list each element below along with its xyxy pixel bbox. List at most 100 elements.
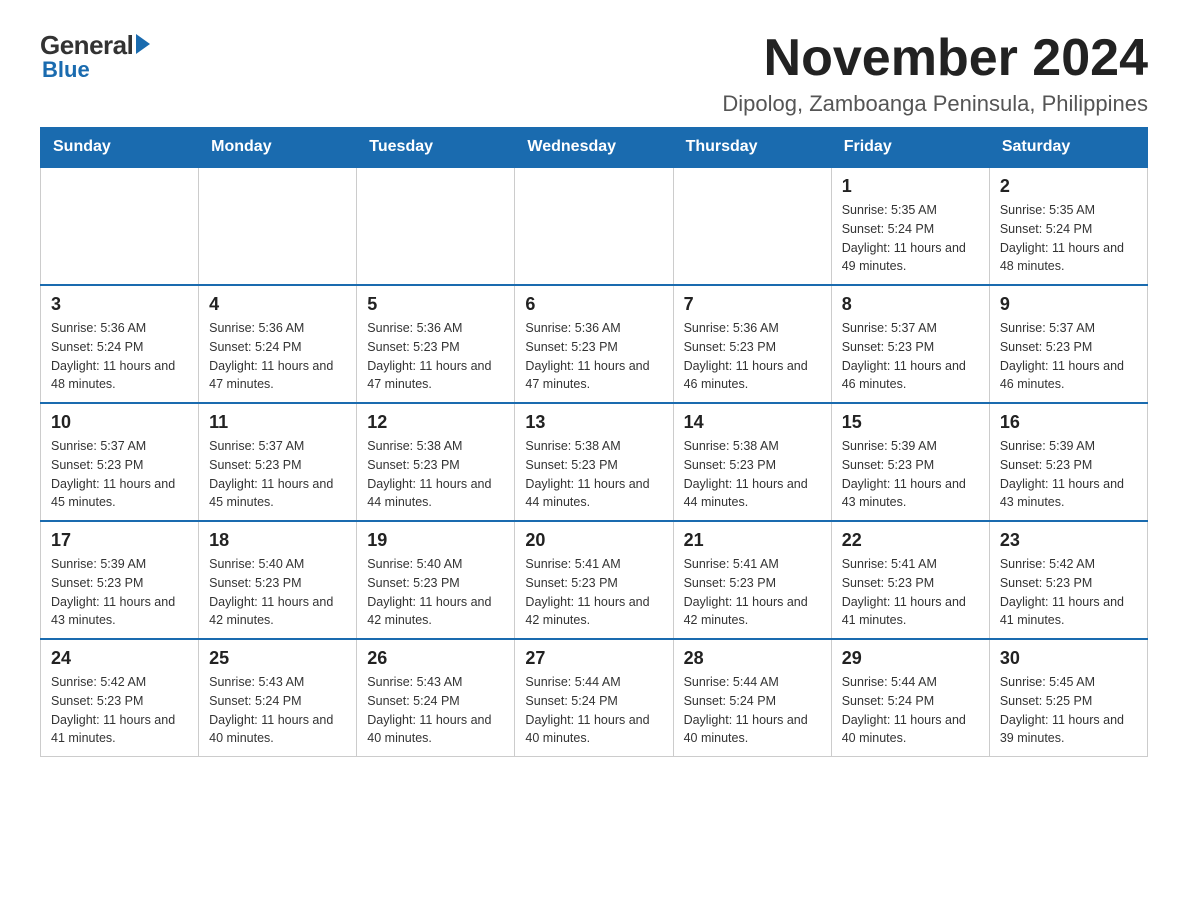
day-number: 26 bbox=[367, 648, 504, 669]
calendar-cell: 30 Sunrise: 5:45 AM Sunset: 5:25 PM Dayli… bbox=[989, 639, 1147, 757]
day-info: Sunrise: 5:36 AM Sunset: 5:23 PM Dayligh… bbox=[367, 319, 504, 394]
day-info: Sunrise: 5:42 AM Sunset: 5:23 PM Dayligh… bbox=[51, 673, 188, 748]
calendar-cell bbox=[357, 167, 515, 285]
day-number: 28 bbox=[684, 648, 821, 669]
calendar-cell: 5 Sunrise: 5:36 AM Sunset: 5:23 PM Daylig… bbox=[357, 285, 515, 403]
calendar-cell: 22 Sunrise: 5:41 AM Sunset: 5:23 PM Dayli… bbox=[831, 521, 989, 639]
day-number: 29 bbox=[842, 648, 979, 669]
day-info: Sunrise: 5:40 AM Sunset: 5:23 PM Dayligh… bbox=[209, 555, 346, 630]
day-info: Sunrise: 5:39 AM Sunset: 5:23 PM Dayligh… bbox=[842, 437, 979, 512]
day-number: 16 bbox=[1000, 412, 1137, 433]
calendar-cell bbox=[41, 167, 199, 285]
calendar-cell: 14 Sunrise: 5:38 AM Sunset: 5:23 PM Dayli… bbox=[673, 403, 831, 521]
day-number: 3 bbox=[51, 294, 188, 315]
day-info: Sunrise: 5:44 AM Sunset: 5:24 PM Dayligh… bbox=[842, 673, 979, 748]
subtitle: Dipolog, Zamboanga Peninsula, Philippine… bbox=[722, 91, 1148, 117]
day-info: Sunrise: 5:38 AM Sunset: 5:23 PM Dayligh… bbox=[525, 437, 662, 512]
day-number: 9 bbox=[1000, 294, 1137, 315]
calendar-cell bbox=[673, 167, 831, 285]
day-info: Sunrise: 5:39 AM Sunset: 5:23 PM Dayligh… bbox=[1000, 437, 1137, 512]
day-info: Sunrise: 5:44 AM Sunset: 5:24 PM Dayligh… bbox=[684, 673, 821, 748]
calendar-cell bbox=[515, 167, 673, 285]
calendar-cell: 25 Sunrise: 5:43 AM Sunset: 5:24 PM Dayli… bbox=[199, 639, 357, 757]
calendar-cell: 16 Sunrise: 5:39 AM Sunset: 5:23 PM Dayli… bbox=[989, 403, 1147, 521]
col-header-monday: Monday bbox=[199, 128, 357, 168]
logo-triangle-icon bbox=[136, 34, 150, 54]
day-number: 12 bbox=[367, 412, 504, 433]
page-title: November 2024 bbox=[722, 30, 1148, 87]
day-number: 13 bbox=[525, 412, 662, 433]
col-header-sunday: Sunday bbox=[41, 128, 199, 168]
calendar-cell: 3 Sunrise: 5:36 AM Sunset: 5:24 PM Daylig… bbox=[41, 285, 199, 403]
day-number: 1 bbox=[842, 176, 979, 197]
calendar-cell: 24 Sunrise: 5:42 AM Sunset: 5:23 PM Dayli… bbox=[41, 639, 199, 757]
day-number: 30 bbox=[1000, 648, 1137, 669]
day-number: 6 bbox=[525, 294, 662, 315]
day-number: 14 bbox=[684, 412, 821, 433]
calendar-cell: 4 Sunrise: 5:36 AM Sunset: 5:24 PM Daylig… bbox=[199, 285, 357, 403]
logo: General Blue bbox=[40, 30, 150, 83]
logo-blue-text: Blue bbox=[42, 57, 90, 83]
day-info: Sunrise: 5:37 AM Sunset: 5:23 PM Dayligh… bbox=[51, 437, 188, 512]
day-number: 24 bbox=[51, 648, 188, 669]
day-info: Sunrise: 5:38 AM Sunset: 5:23 PM Dayligh… bbox=[684, 437, 821, 512]
day-info: Sunrise: 5:41 AM Sunset: 5:23 PM Dayligh… bbox=[842, 555, 979, 630]
day-info: Sunrise: 5:35 AM Sunset: 5:24 PM Dayligh… bbox=[1000, 201, 1137, 276]
day-number: 27 bbox=[525, 648, 662, 669]
day-number: 8 bbox=[842, 294, 979, 315]
calendar-cell: 1 Sunrise: 5:35 AM Sunset: 5:24 PM Daylig… bbox=[831, 167, 989, 285]
calendar-cell: 7Sunrise: 5:36 AM Sunset: 5:23 PM Daylig… bbox=[673, 285, 831, 403]
week-row-3: 10Sunrise: 5:37 AM Sunset: 5:23 PM Dayli… bbox=[41, 403, 1148, 521]
day-info: Sunrise: 5:42 AM Sunset: 5:23 PM Dayligh… bbox=[1000, 555, 1137, 630]
col-header-wednesday: Wednesday bbox=[515, 128, 673, 168]
day-number: 5 bbox=[367, 294, 504, 315]
col-header-friday: Friday bbox=[831, 128, 989, 168]
calendar-cell: 13 Sunrise: 5:38 AM Sunset: 5:23 PM Dayli… bbox=[515, 403, 673, 521]
day-info: Sunrise: 5:39 AM Sunset: 5:23 PM Dayligh… bbox=[51, 555, 188, 630]
week-row-4: 17 Sunrise: 5:39 AM Sunset: 5:23 PM Dayli… bbox=[41, 521, 1148, 639]
day-number: 23 bbox=[1000, 530, 1137, 551]
calendar-cell: 11Sunrise: 5:37 AM Sunset: 5:23 PM Dayli… bbox=[199, 403, 357, 521]
day-info: Sunrise: 5:36 AM Sunset: 5:23 PM Dayligh… bbox=[684, 319, 821, 394]
day-info: Sunrise: 5:43 AM Sunset: 5:24 PM Dayligh… bbox=[209, 673, 346, 748]
day-info: Sunrise: 5:36 AM Sunset: 5:24 PM Dayligh… bbox=[209, 319, 346, 394]
calendar-cell: 12 Sunrise: 5:38 AM Sunset: 5:23 PM Dayli… bbox=[357, 403, 515, 521]
day-info: Sunrise: 5:43 AM Sunset: 5:24 PM Dayligh… bbox=[367, 673, 504, 748]
calendar-cell: 28 Sunrise: 5:44 AM Sunset: 5:24 PM Dayli… bbox=[673, 639, 831, 757]
col-header-tuesday: Tuesday bbox=[357, 128, 515, 168]
calendar-cell: 17 Sunrise: 5:39 AM Sunset: 5:23 PM Dayli… bbox=[41, 521, 199, 639]
week-row-5: 24 Sunrise: 5:42 AM Sunset: 5:23 PM Dayli… bbox=[41, 639, 1148, 757]
day-info: Sunrise: 5:35 AM Sunset: 5:24 PM Dayligh… bbox=[842, 201, 979, 276]
day-number: 25 bbox=[209, 648, 346, 669]
day-info: Sunrise: 5:37 AM Sunset: 5:23 PM Dayligh… bbox=[1000, 319, 1137, 394]
day-number: 15 bbox=[842, 412, 979, 433]
calendar-cell: 10Sunrise: 5:37 AM Sunset: 5:23 PM Dayli… bbox=[41, 403, 199, 521]
col-header-thursday: Thursday bbox=[673, 128, 831, 168]
calendar-cell bbox=[199, 167, 357, 285]
day-info: Sunrise: 5:38 AM Sunset: 5:23 PM Dayligh… bbox=[367, 437, 504, 512]
day-info: Sunrise: 5:37 AM Sunset: 5:23 PM Dayligh… bbox=[842, 319, 979, 394]
calendar-cell: 8 Sunrise: 5:37 AM Sunset: 5:23 PM Daylig… bbox=[831, 285, 989, 403]
day-number: 4 bbox=[209, 294, 346, 315]
day-number: 19 bbox=[367, 530, 504, 551]
header: General Blue November 2024 Dipolog, Zamb… bbox=[40, 30, 1148, 117]
day-number: 22 bbox=[842, 530, 979, 551]
calendar-table: SundayMondayTuesdayWednesdayThursdayFrid… bbox=[40, 127, 1148, 757]
day-info: Sunrise: 5:36 AM Sunset: 5:24 PM Dayligh… bbox=[51, 319, 188, 394]
calendar-cell: 26 Sunrise: 5:43 AM Sunset: 5:24 PM Dayli… bbox=[357, 639, 515, 757]
title-area: November 2024 Dipolog, Zamboanga Peninsu… bbox=[722, 30, 1148, 117]
week-row-1: 1 Sunrise: 5:35 AM Sunset: 5:24 PM Daylig… bbox=[41, 167, 1148, 285]
calendar-cell: 23 Sunrise: 5:42 AM Sunset: 5:23 PM Dayli… bbox=[989, 521, 1147, 639]
calendar-cell: 9 Sunrise: 5:37 AM Sunset: 5:23 PM Daylig… bbox=[989, 285, 1147, 403]
day-number: 11 bbox=[209, 412, 346, 433]
day-number: 17 bbox=[51, 530, 188, 551]
calendar-cell: 20 Sunrise: 5:41 AM Sunset: 5:23 PM Dayli… bbox=[515, 521, 673, 639]
day-number: 20 bbox=[525, 530, 662, 551]
day-info: Sunrise: 5:41 AM Sunset: 5:23 PM Dayligh… bbox=[525, 555, 662, 630]
col-header-saturday: Saturday bbox=[989, 128, 1147, 168]
calendar-cell: 15 Sunrise: 5:39 AM Sunset: 5:23 PM Dayli… bbox=[831, 403, 989, 521]
day-info: Sunrise: 5:45 AM Sunset: 5:25 PM Dayligh… bbox=[1000, 673, 1137, 748]
day-info: Sunrise: 5:36 AM Sunset: 5:23 PM Dayligh… bbox=[525, 319, 662, 394]
day-info: Sunrise: 5:44 AM Sunset: 5:24 PM Dayligh… bbox=[525, 673, 662, 748]
day-info: Sunrise: 5:40 AM Sunset: 5:23 PM Dayligh… bbox=[367, 555, 504, 630]
